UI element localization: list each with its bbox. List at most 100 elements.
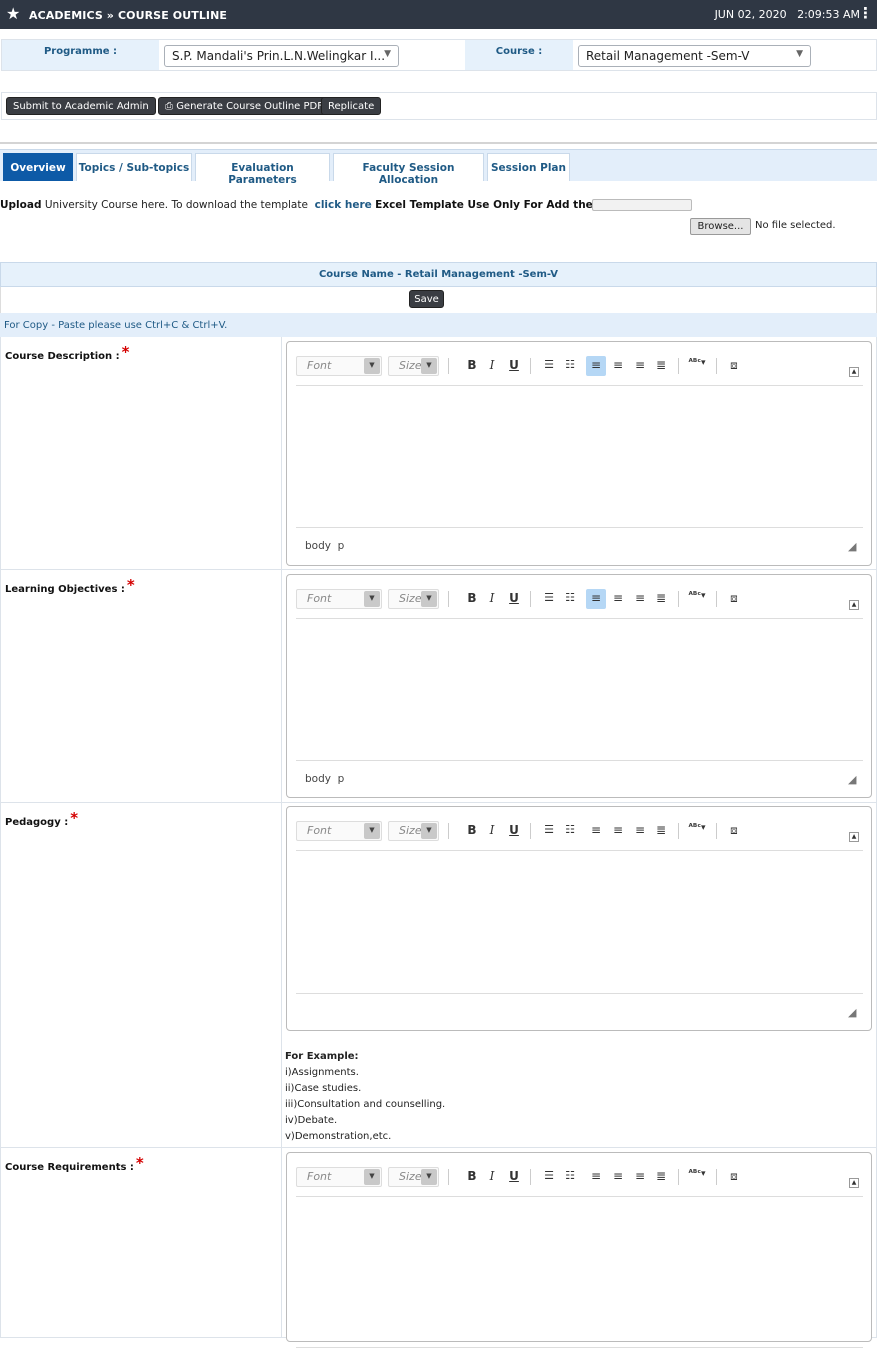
programme-label: Programme : (2, 40, 159, 70)
submit-to-academic-admin-button[interactable]: Submit to Academic Admin (6, 97, 156, 115)
tab-overview[interactable]: Overview (3, 153, 73, 181)
editor-content-area[interactable] (296, 387, 863, 528)
bold-icon[interactable]: B (462, 589, 482, 609)
tab-session-plan[interactable]: Session Plan (487, 153, 570, 181)
tab-faculty-session-allocation[interactable]: Faculty Session Allocation (333, 153, 484, 186)
bold-icon[interactable]: B (462, 821, 482, 841)
path-body[interactable]: body (305, 540, 331, 552)
align-center-icon[interactable]: ≡ (608, 589, 628, 609)
align-left-icon[interactable]: ≡ (586, 589, 606, 609)
font-select[interactable]: Font ▼ (296, 356, 382, 376)
align-center-icon[interactable]: ≡ (608, 1167, 628, 1187)
align-left-icon[interactable]: ≡ (586, 821, 606, 841)
save-button[interactable]: Save (409, 290, 444, 308)
spellcheck-icon[interactable]: ᴬᴮᶜ▾ (684, 356, 710, 376)
italic-icon[interactable]: I (482, 1167, 502, 1187)
underline-icon[interactable]: U (504, 589, 524, 609)
align-right-icon[interactable]: ≡ (630, 356, 650, 376)
justify-icon[interactable]: ≣ (651, 821, 671, 841)
spellcheck-icon[interactable]: ᴬᴮᶜ▾ (684, 821, 710, 841)
align-right-icon[interactable]: ≡ (630, 589, 650, 609)
tab-topics[interactable]: Topics / Sub-topics (76, 153, 192, 181)
bullet-list-icon[interactable]: ☷ (560, 821, 580, 841)
align-right-icon[interactable]: ≡ (630, 821, 650, 841)
font-select[interactable]: Font ▼ (296, 1167, 382, 1187)
action-row: Submit to Academic Admin ⎙ Generate Cour… (1, 92, 877, 120)
italic-icon[interactable]: I (482, 821, 502, 841)
font-select[interactable]: Font ▼ (296, 821, 382, 841)
required-asterisk: * (121, 343, 130, 361)
align-right-icon[interactable]: ≡ (630, 1167, 650, 1187)
resize-handle-icon[interactable]: ◢ (848, 1007, 859, 1018)
justify-icon[interactable]: ≣ (651, 356, 671, 376)
bullet-list-icon[interactable]: ☷ (560, 1167, 580, 1187)
path-p[interactable]: p (338, 540, 345, 552)
course-requirements-editor: Font ▼ Size ▼ B I U ☰ ☷ ≡ ≡ ≡ ≣ ᴬᴮᶜ▾ ⧈ ▲ (286, 1152, 872, 1348)
size-select[interactable]: Size ▼ (388, 589, 439, 609)
underline-icon[interactable]: U (504, 821, 524, 841)
replicate-button[interactable]: Replicate (321, 97, 382, 115)
justify-icon[interactable]: ≣ (651, 1167, 671, 1187)
pedagogy-example: For Example: i)Assignments. ii)Case stud… (285, 1049, 445, 1145)
collapse-toolbar-icon[interactable]: ▲ (849, 832, 859, 842)
course-description-editor: Font ▼ Size ▼ B I U ☰ ☷ ≡ ≡ ≡ ≣ ᴬᴮᶜ▾ ⧈ ▲ b… (286, 341, 872, 566)
spellcheck-icon[interactable]: ᴬᴮᶜ▾ (684, 1167, 710, 1187)
font-select[interactable]: Font ▼ (296, 589, 382, 609)
collapse-toolbar-icon[interactable]: ▲ (849, 367, 859, 377)
editor-content-area[interactable] (296, 852, 863, 994)
element-path: body p (305, 773, 344, 785)
path-p[interactable]: p (338, 773, 345, 785)
path-body[interactable]: body (305, 773, 331, 785)
template-download-link[interactable]: click here (315, 199, 372, 211)
underline-icon[interactable]: U (504, 1167, 524, 1187)
size-select[interactable]: Size ▼ (388, 1167, 439, 1187)
numbered-list-icon[interactable]: ☰ (539, 589, 559, 609)
source-icon[interactable]: ⧈ (724, 1167, 744, 1187)
underline-icon[interactable]: U (504, 356, 524, 376)
source-icon[interactable]: ⧈ (724, 821, 744, 841)
collapse-toolbar-icon[interactable]: ▲ (849, 1178, 859, 1188)
star-icon[interactable]: ★ (6, 4, 20, 24)
resize-handle-icon[interactable]: ◢ (848, 774, 859, 785)
size-select[interactable]: Size ▼ (388, 821, 439, 841)
editor-content-area[interactable] (296, 620, 863, 761)
course-requirements-label: Course Requirements : * (5, 1154, 144, 1173)
spellcheck-icon[interactable]: ᴬᴮᶜ▾ (684, 589, 710, 609)
italic-icon[interactable]: I (482, 589, 502, 609)
bold-icon[interactable]: B (462, 1167, 482, 1187)
resize-handle-icon[interactable]: ◢ (848, 541, 859, 552)
save-row: Save (0, 287, 877, 313)
source-icon[interactable]: ⧈ (724, 356, 744, 376)
italic-icon[interactable]: I (482, 356, 502, 376)
size-select[interactable]: Size ▼ (388, 356, 439, 376)
browse-button[interactable]: Browse... (690, 218, 751, 235)
numbered-list-icon[interactable]: ☰ (539, 821, 559, 841)
align-center-icon[interactable]: ≡ (608, 356, 628, 376)
numbered-list-icon[interactable]: ☰ (539, 1167, 559, 1187)
bold-icon[interactable]: B (462, 356, 482, 376)
example-item: v)Demonstration,etc. (285, 1131, 392, 1142)
align-center-icon[interactable]: ≡ (608, 821, 628, 841)
numbered-list-icon[interactable]: ☰ (539, 356, 559, 376)
justify-icon[interactable]: ≣ (651, 589, 671, 609)
chevron-down-icon: ▼ (384, 49, 391, 59)
generate-pdf-button[interactable]: ⎙ Generate Course Outline PDF (158, 97, 330, 115)
course-select[interactable]: Retail Management -Sem-V ▼ (578, 45, 811, 67)
align-left-icon[interactable]: ≡ (586, 1167, 606, 1187)
editor-content-area[interactable] (296, 1198, 863, 1348)
example-item: iv)Debate. (285, 1115, 338, 1126)
collapse-toolbar-icon[interactable]: ▲ (849, 600, 859, 610)
bullet-list-icon[interactable]: ☷ (560, 356, 580, 376)
upload-instructions: Upload University Course here. To downlo… (0, 199, 692, 211)
align-left-icon[interactable]: ≡ (586, 356, 606, 376)
programme-select[interactable]: S.P. Mandali's Prin.L.N.Welingkar I... ▼ (164, 45, 399, 67)
tab-evaluation-parameters[interactable]: Evaluation Parameters (195, 153, 330, 186)
page-title: ACADEMICS » COURSE OUTLINE (29, 9, 228, 22)
chevron-down-icon: ▼ (421, 823, 437, 839)
divider (0, 142, 877, 144)
bullet-list-icon[interactable]: ☷ (560, 589, 580, 609)
course-label: Course : (465, 40, 573, 70)
more-menu-icon[interactable]: ⋮ (858, 5, 873, 21)
source-icon[interactable]: ⧈ (724, 589, 744, 609)
example-title: For Example: (285, 1051, 359, 1062)
